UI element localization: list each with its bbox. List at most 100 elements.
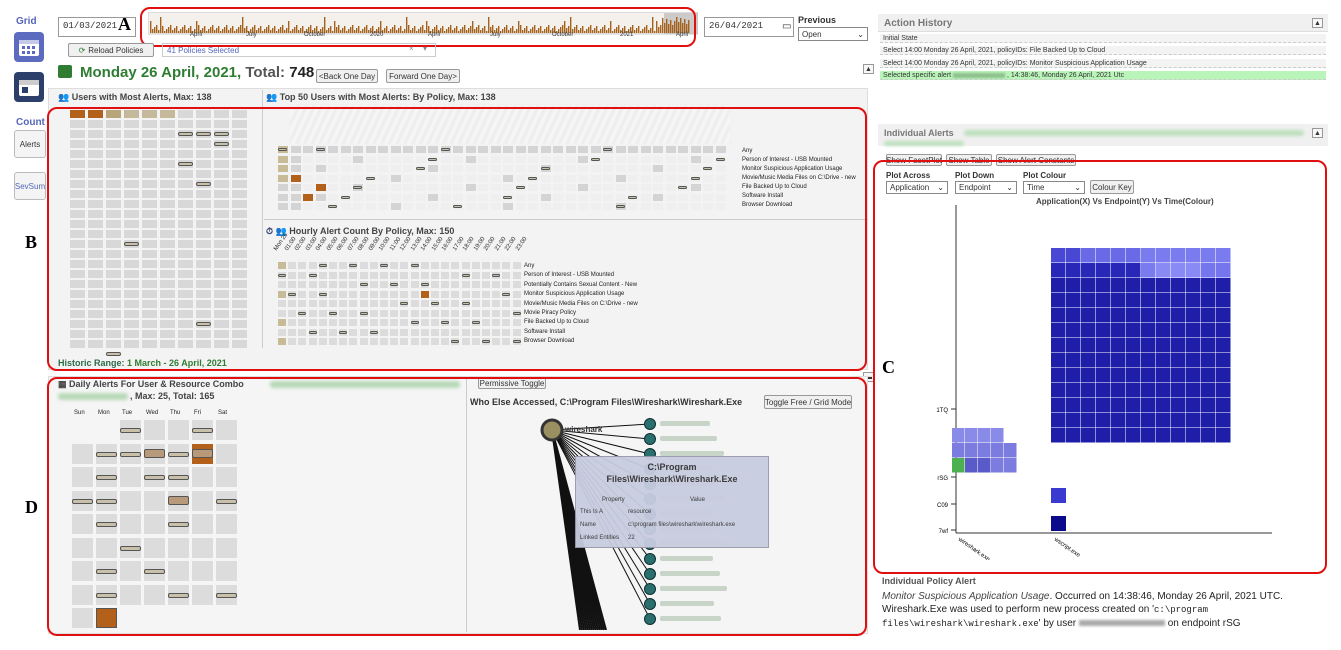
top50-cell[interactable] <box>365 146 376 153</box>
top50-cell[interactable] <box>678 165 688 172</box>
top50-cell[interactable] <box>653 184 663 191</box>
top50-cell[interactable] <box>390 155 401 163</box>
top50-cell[interactable] <box>465 184 476 191</box>
hourly-cell[interactable] <box>451 328 460 336</box>
top50-cell[interactable] <box>578 165 588 172</box>
user-cell[interactable] <box>232 160 247 168</box>
user-cell[interactable] <box>106 220 121 228</box>
user-cell[interactable] <box>88 110 103 118</box>
top50-cell[interactable] <box>678 155 688 163</box>
hourly-cell[interactable] <box>400 271 409 279</box>
hourly-cell[interactable] <box>380 300 388 307</box>
user-cell[interactable] <box>142 240 157 248</box>
top50-cell[interactable] <box>340 146 351 153</box>
user-cell[interactable] <box>214 330 229 338</box>
user-cell[interactable] <box>196 190 211 198</box>
top50-cell[interactable] <box>315 165 326 172</box>
hourly-cell[interactable] <box>431 281 439 288</box>
user-cell[interactable] <box>178 200 193 208</box>
top50-cell[interactable] <box>578 184 588 191</box>
top50-cell[interactable] <box>340 174 351 182</box>
hourly-cell[interactable] <box>359 319 368 326</box>
hourly-cell[interactable] <box>359 328 368 336</box>
top50-cell[interactable] <box>453 193 463 201</box>
day-cell[interactable] <box>96 537 117 558</box>
user-cell[interactable] <box>124 290 139 298</box>
top50-cell[interactable] <box>540 146 551 153</box>
hourly-cell[interactable] <box>482 328 490 336</box>
user-cell[interactable] <box>124 140 139 148</box>
day-cell[interactable] <box>72 608 93 628</box>
user-cell[interactable] <box>196 250 211 258</box>
top50-cell[interactable] <box>490 193 501 201</box>
user-cell[interactable] <box>232 340 247 348</box>
top50-cell[interactable] <box>428 184 438 191</box>
user-cell[interactable] <box>88 210 103 218</box>
calendar-day-icon[interactable] <box>14 72 44 102</box>
user-cell[interactable] <box>106 160 121 168</box>
user-cell[interactable] <box>178 290 193 298</box>
user-cell[interactable] <box>196 290 211 298</box>
user-cell[interactable] <box>214 300 229 308</box>
hourly-cell[interactable] <box>400 309 409 317</box>
top50-cell[interactable] <box>665 184 676 191</box>
user-cell[interactable] <box>142 210 157 218</box>
top50-cell[interactable] <box>428 193 438 201</box>
top50-cell[interactable] <box>478 193 488 201</box>
user-cell[interactable] <box>106 130 121 138</box>
user-cell[interactable] <box>88 150 103 158</box>
user-cell[interactable] <box>106 250 121 258</box>
hourly-cell[interactable] <box>339 338 348 345</box>
hourly-cell[interactable] <box>420 338 429 345</box>
top50-cell[interactable] <box>453 174 463 182</box>
hourly-cell[interactable] <box>400 290 409 298</box>
user-cell[interactable] <box>178 190 193 198</box>
top50-cell[interactable] <box>653 155 663 163</box>
hourly-cell[interactable] <box>441 281 450 288</box>
hourly-cell[interactable] <box>471 300 480 307</box>
top50-cell[interactable] <box>715 174 726 182</box>
hourly-cell[interactable] <box>502 262 511 269</box>
top50-cell[interactable] <box>440 193 451 201</box>
day-cell[interactable] <box>144 584 165 605</box>
user-cell[interactable] <box>160 240 175 248</box>
top50-cell[interactable] <box>290 165 301 172</box>
top50-cell[interactable] <box>378 165 388 172</box>
user-cell[interactable] <box>178 210 193 218</box>
top50-cell[interactable] <box>615 165 626 172</box>
top50-cell[interactable] <box>328 174 338 182</box>
user-cell[interactable] <box>214 160 229 168</box>
top50-cell[interactable] <box>578 146 588 153</box>
top50-cell[interactable] <box>565 174 576 182</box>
top50-cell[interactable] <box>678 203 688 210</box>
top50-cell[interactable] <box>603 184 613 191</box>
hourly-cell[interactable] <box>431 309 439 317</box>
user-cell[interactable] <box>232 240 247 248</box>
hourly-cell[interactable] <box>308 319 317 326</box>
hourly-cell[interactable] <box>461 319 470 326</box>
top50-cell[interactable] <box>528 203 538 210</box>
user-cell[interactable] <box>142 270 157 278</box>
top50-cell[interactable] <box>378 203 388 210</box>
user-cell[interactable] <box>70 320 85 328</box>
user-cell[interactable] <box>88 160 103 168</box>
top50-cell[interactable] <box>640 184 651 191</box>
user-cell[interactable] <box>88 260 103 268</box>
top50-cell[interactable] <box>415 184 426 191</box>
user-cell[interactable] <box>214 220 229 228</box>
top50-cell[interactable] <box>690 184 701 191</box>
top50-cell[interactable] <box>640 203 651 210</box>
calendar-picker-icon[interactable]: ▭ <box>782 21 791 32</box>
top50-cell[interactable] <box>503 165 513 172</box>
top50-cell[interactable] <box>290 203 301 210</box>
user-cell[interactable] <box>142 190 157 198</box>
top50-cell[interactable] <box>603 203 613 210</box>
daily-calendar-grid[interactable] <box>72 420 242 630</box>
hourly-cell[interactable] <box>482 281 490 288</box>
top50-cell[interactable] <box>565 203 576 210</box>
user-cell[interactable] <box>178 230 193 238</box>
top50-cell[interactable] <box>465 174 476 182</box>
hourly-cell[interactable] <box>492 262 501 269</box>
user-cell[interactable] <box>88 120 103 128</box>
top50-cell[interactable] <box>503 155 513 163</box>
